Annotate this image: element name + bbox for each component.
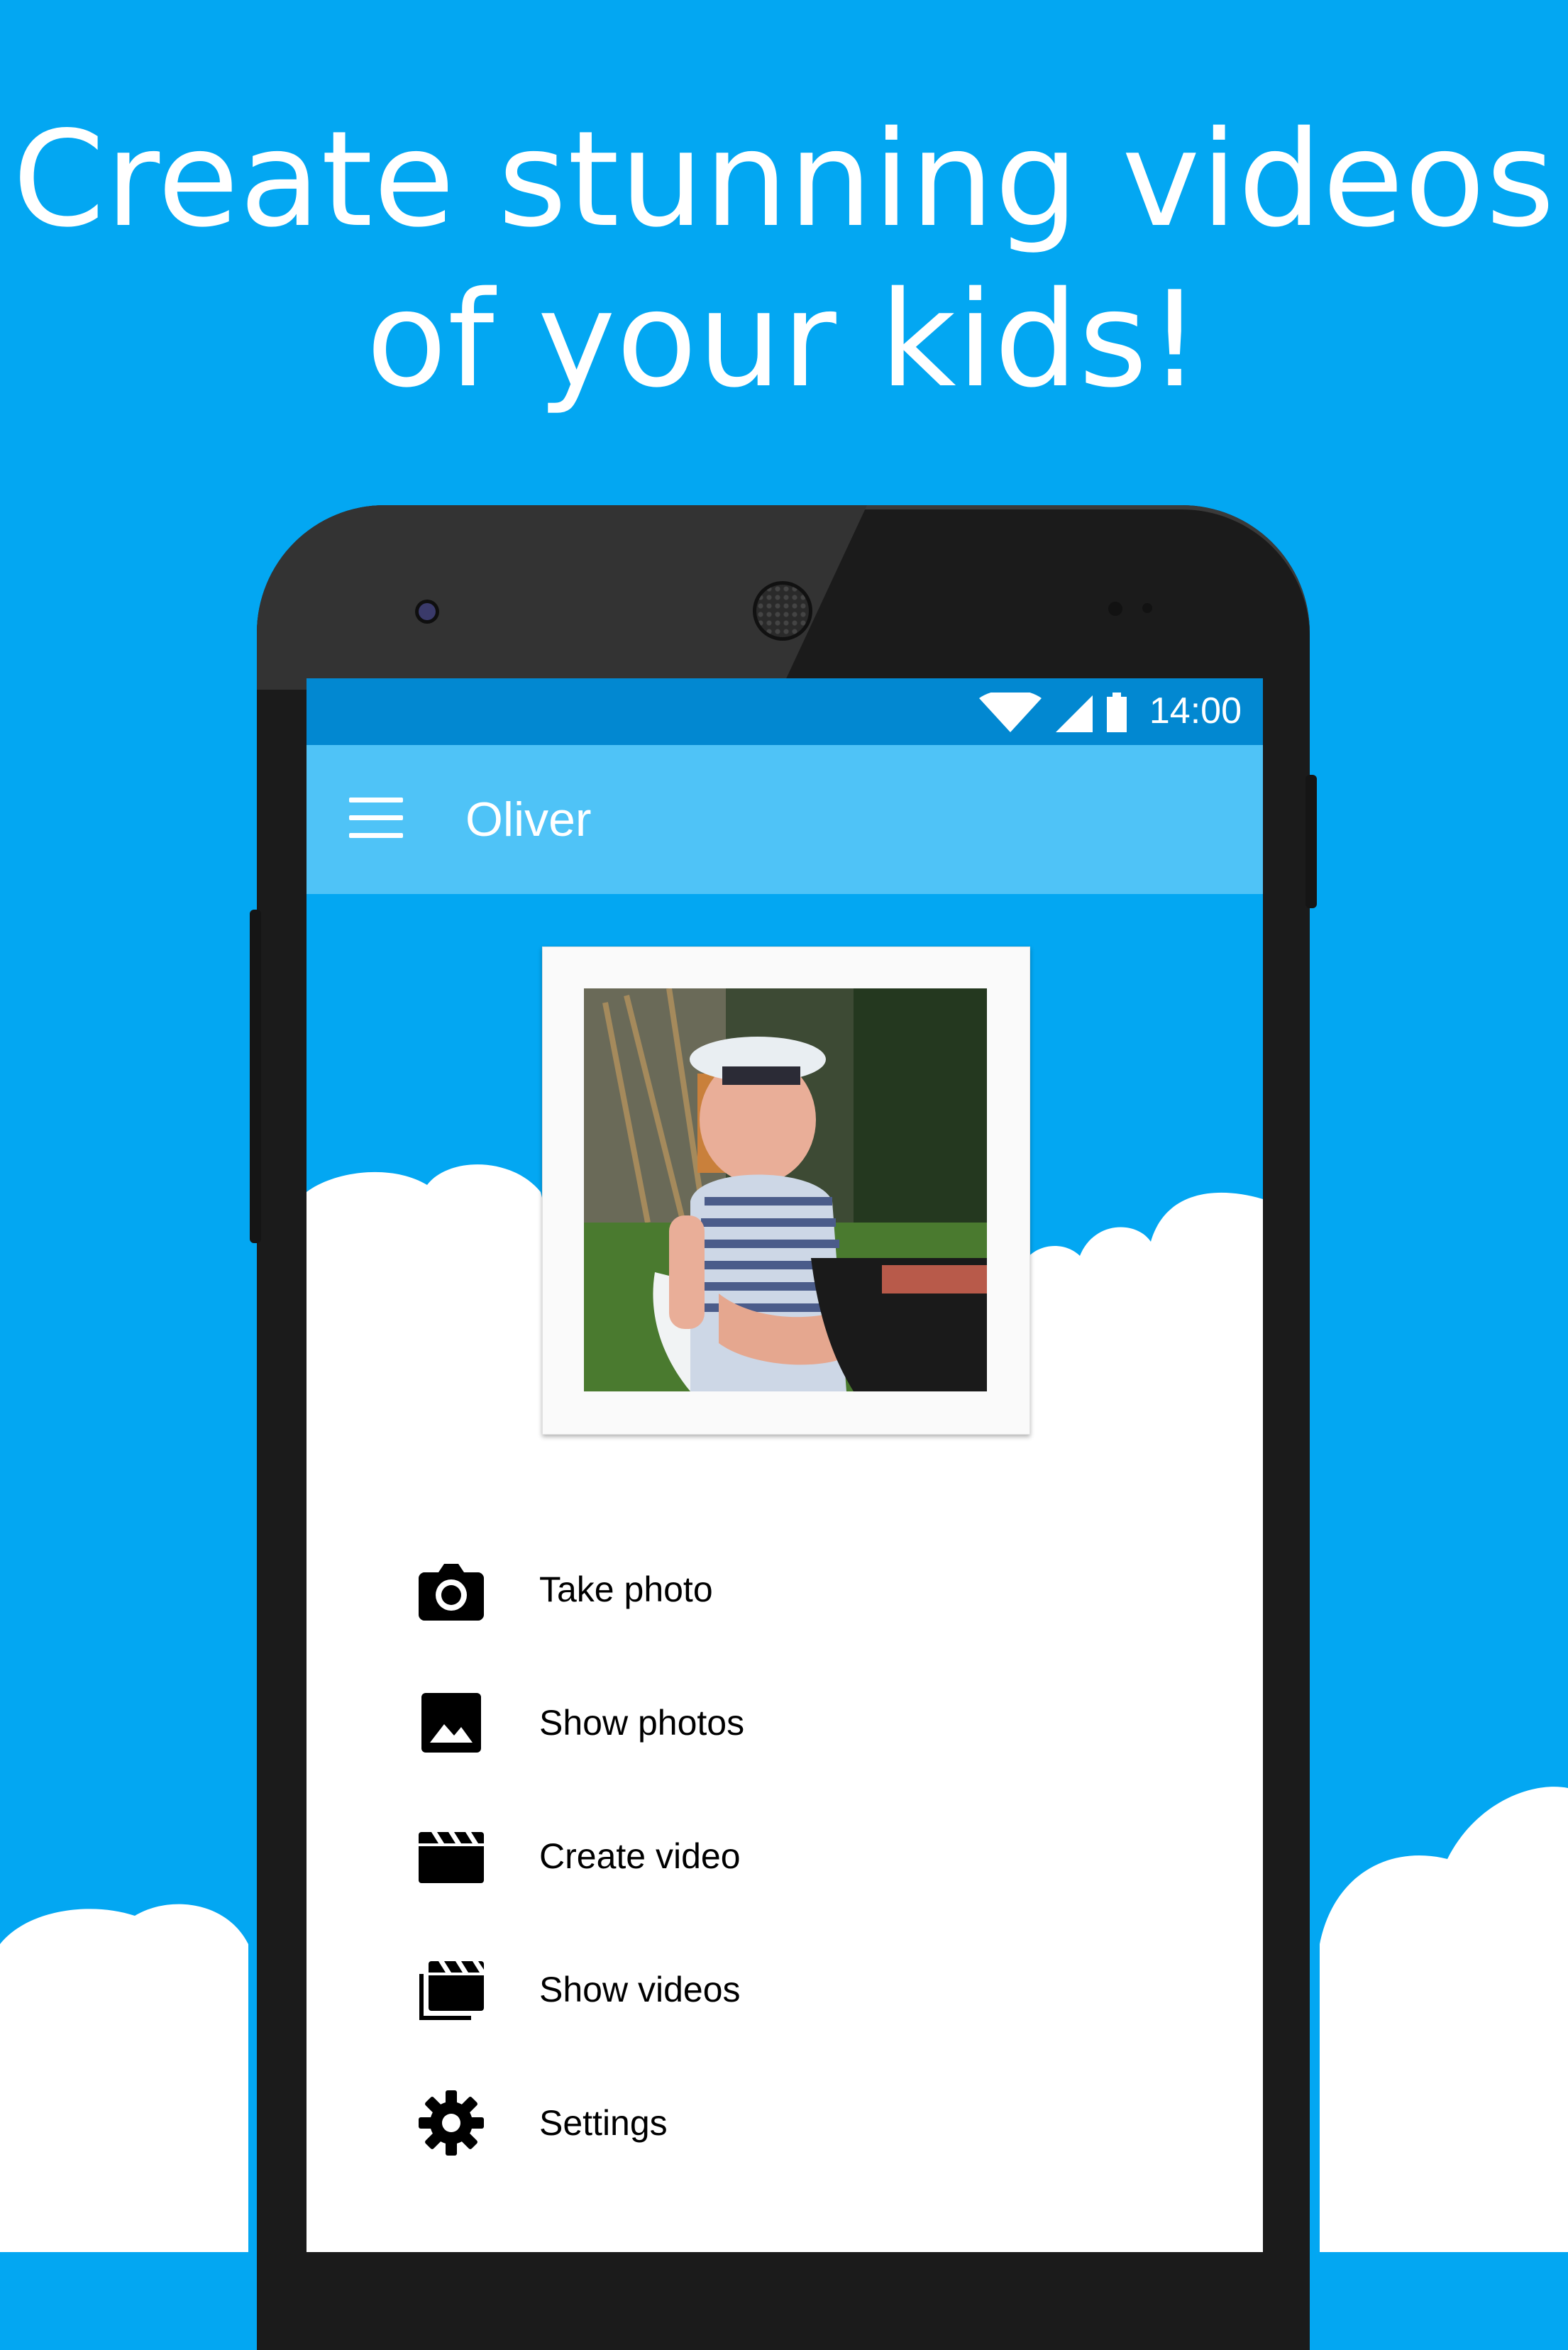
menu-item-create-video[interactable]: Create video: [307, 1789, 1263, 1923]
wifi-icon: [979, 693, 1042, 732]
signal-icon: [1056, 695, 1093, 732]
profile-photo-card[interactable]: [542, 947, 1030, 1435]
front-camera-icon: [419, 603, 436, 620]
power-button: [1305, 775, 1317, 908]
image-icon: [421, 1693, 481, 1753]
profile-photo: [584, 988, 987, 1391]
phone-screen: 14:00 Oliver Take photo Show photos Crea…: [307, 678, 1263, 2252]
earpiece-speaker-icon: [756, 585, 809, 637]
headline-line-1: Create stunning videos: [12, 102, 1556, 256]
headline: Create stunning videos of your kids!: [0, 99, 1568, 420]
battery-icon: [1107, 697, 1127, 732]
menu-item-label: Take photo: [539, 1570, 713, 1609]
camera-icon: [419, 1564, 484, 1621]
headline-line-2: of your kids!: [366, 263, 1202, 417]
menu-item-label: Create video: [539, 1836, 741, 1876]
menu-item-show-videos[interactable]: Show videos: [307, 1923, 1263, 2056]
menu-item-settings[interactable]: Settings: [307, 2056, 1263, 2190]
proximity-sensor-icon: [1108, 602, 1122, 616]
menu-item-label: Show videos: [539, 1970, 741, 2009]
menu-item-take-photo[interactable]: Take photo: [307, 1523, 1263, 1656]
menu-item-show-photos[interactable]: Show photos: [307, 1656, 1263, 1789]
menu-icon[interactable]: [349, 798, 403, 840]
gear-icon: [419, 2090, 484, 2156]
clapperboard-icon: [419, 1832, 484, 1883]
menu-item-label: Show photos: [539, 1703, 745, 1743]
light-sensor-icon: [1142, 603, 1152, 613]
volume-button: [250, 910, 261, 1243]
toolbar-title: Oliver: [465, 793, 592, 846]
app-toolbar: Oliver: [307, 745, 1263, 894]
status-bar: 14:00: [307, 678, 1263, 745]
child-photo-illustration: [584, 988, 987, 1391]
status-icons: [979, 693, 1127, 732]
menu-item-label: Settings: [539, 2103, 668, 2143]
status-time: 14:00: [1149, 690, 1242, 732]
video-library-icon: [419, 1961, 484, 2020]
main-menu: Take photo Show photos Create video Show…: [307, 1523, 1263, 2190]
